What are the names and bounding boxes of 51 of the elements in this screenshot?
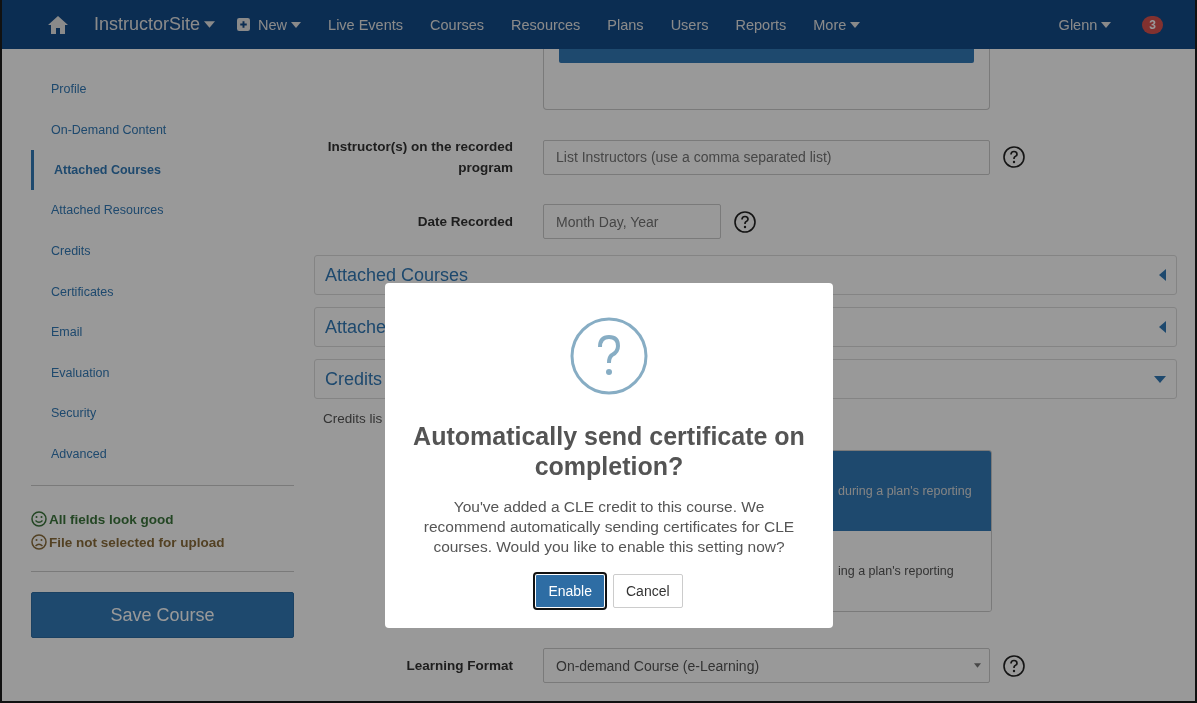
nav-link[interactable]: Live Events bbox=[328, 16, 404, 33]
sidebar-item[interactable]: Evaluation bbox=[31, 352, 294, 394]
text-input[interactable]: List Instructors (use a comma separated list) bbox=[543, 139, 990, 175]
sidebar-item[interactable]: Email bbox=[31, 311, 294, 353]
sidebar-item[interactable]: Credits bbox=[31, 230, 294, 272]
question-icon bbox=[570, 317, 648, 395]
site-menu[interactable]: InstructorSite bbox=[94, 14, 216, 35]
face-icon bbox=[31, 511, 47, 528]
credits-note: Credits lis bbox=[322, 411, 384, 426]
notification-badge[interactable]: 3 bbox=[1142, 15, 1163, 34]
user-menu[interactable]: Glenn bbox=[1058, 16, 1112, 33]
caret-icon bbox=[1101, 21, 1112, 28]
save-course-button[interactable]: Save Course bbox=[31, 592, 294, 639]
nav-link[interactable]: Resources bbox=[511, 16, 581, 33]
nav-link[interactable]: Reports bbox=[735, 16, 787, 33]
sidebar-item[interactable]: Attached Resources bbox=[31, 190, 294, 231]
dialog-title: Automatically send certificate on completion? bbox=[412, 421, 806, 481]
field-label: Instructor(s) on the recorded program bbox=[326, 138, 514, 177]
help-icon[interactable] bbox=[1003, 146, 1025, 168]
field-label: Date Recorded bbox=[416, 213, 514, 231]
caret-icon bbox=[974, 663, 981, 668]
face-icon bbox=[31, 534, 47, 551]
help-icon[interactable] bbox=[734, 210, 756, 233]
sidebar-item[interactable]: Profile bbox=[31, 69, 294, 110]
nav-link[interactable]: Plans bbox=[607, 16, 644, 33]
caret-icon bbox=[1159, 321, 1166, 333]
sidebar-item[interactable]: On-Demand Content bbox=[31, 109, 294, 151]
enable-button[interactable]: Enable bbox=[535, 574, 605, 608]
nav-link[interactable]: Users bbox=[670, 16, 709, 33]
caret-icon bbox=[291, 21, 302, 28]
sidebar-item[interactable]: Certificates bbox=[31, 271, 294, 312]
caret-icon bbox=[1154, 375, 1166, 383]
sidebar-item[interactable]: Security bbox=[31, 393, 294, 434]
plus-icon bbox=[237, 18, 251, 31]
nav-link[interactable]: More bbox=[813, 16, 861, 33]
nav-link[interactable]: New bbox=[237, 16, 302, 33]
status-message: All fields look good bbox=[49, 511, 174, 527]
caret-icon bbox=[1159, 269, 1166, 281]
nav-link[interactable]: Courses bbox=[430, 16, 485, 33]
caret-icon bbox=[850, 21, 861, 28]
sidebar-item[interactable]: Advanced bbox=[31, 433, 294, 475]
learning-format-select[interactable]: On-demand Course (e-Learning) bbox=[543, 648, 990, 683]
home-icon[interactable] bbox=[48, 15, 68, 34]
sidebar-item[interactable]: Attached Courses bbox=[31, 150, 294, 191]
status-message: File not selected for upload bbox=[49, 534, 225, 550]
dialog-message: You've added a CLE credit to this course. We recommend automatically sending certificates for CLE courses. Would you like to enable this setting now? bbox=[422, 497, 796, 557]
text-input[interactable]: Month Day, Year bbox=[543, 204, 721, 239]
help-icon[interactable] bbox=[1003, 654, 1025, 677]
field-label: Learning Format bbox=[405, 657, 514, 675]
caret-icon bbox=[204, 21, 216, 28]
cancel-button[interactable]: Cancel bbox=[613, 574, 683, 608]
